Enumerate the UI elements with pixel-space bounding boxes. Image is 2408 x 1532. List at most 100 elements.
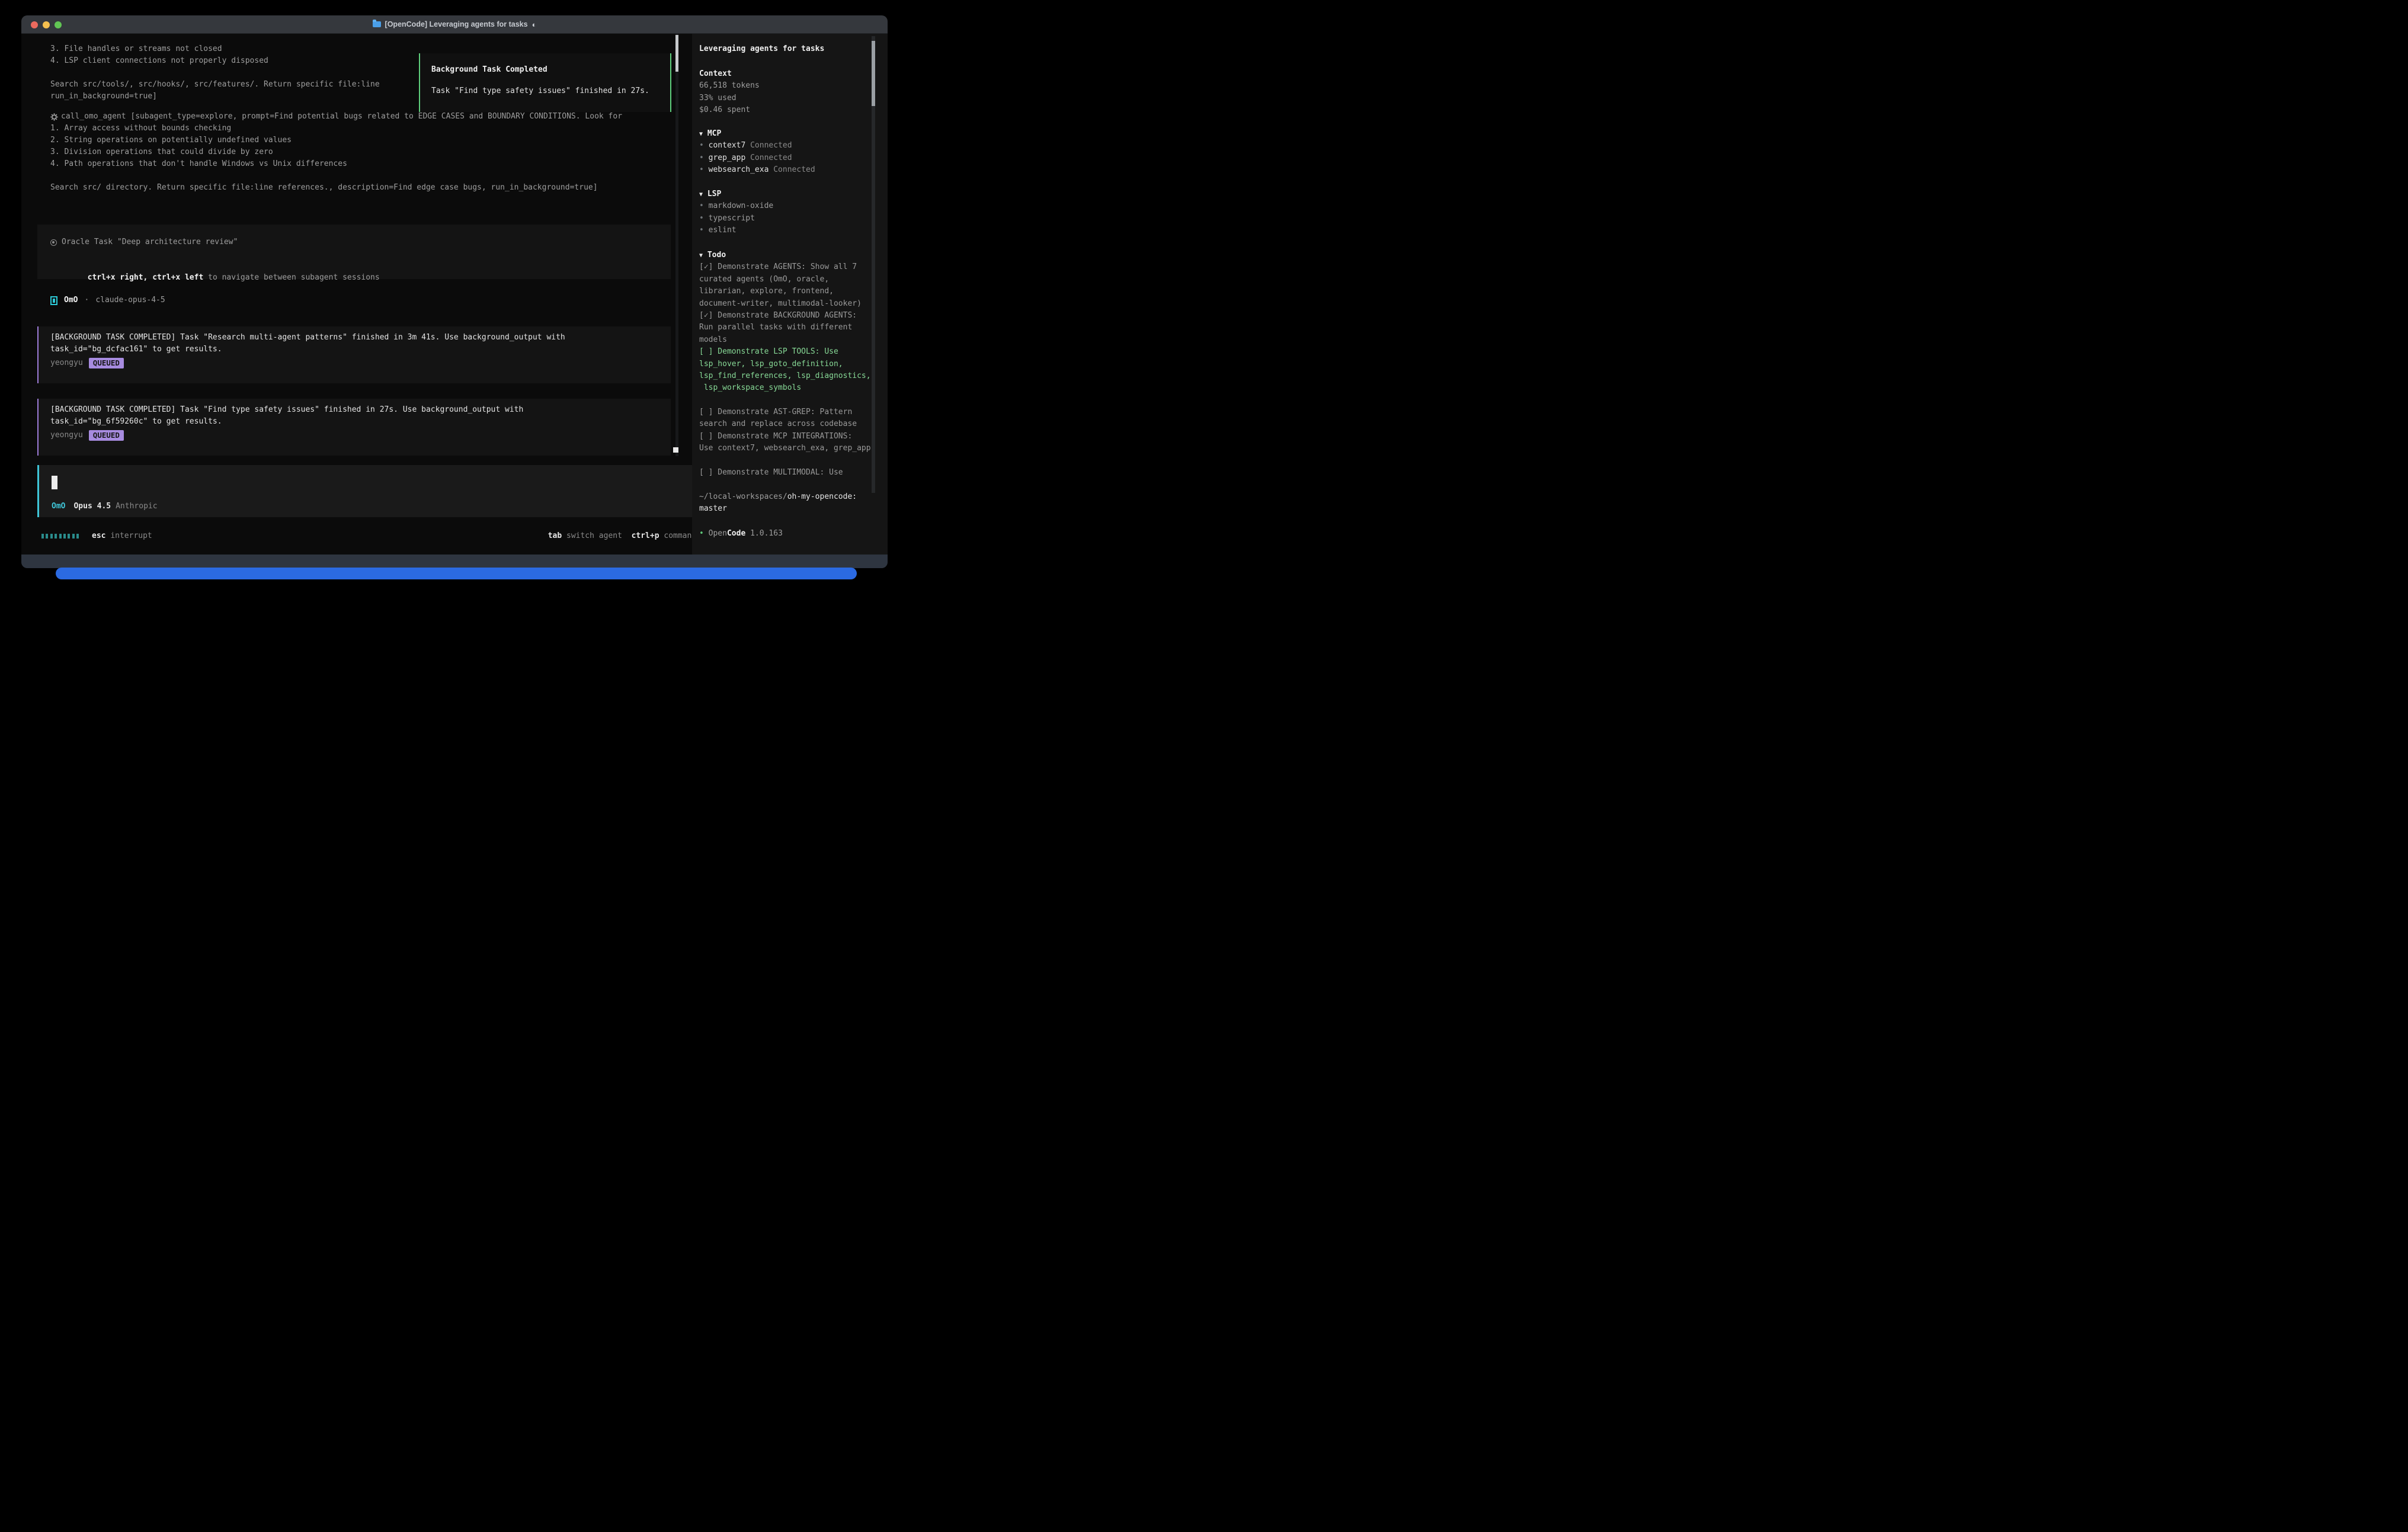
context-used: 33% used	[699, 92, 874, 104]
agent-header: OmO · claude-opus-4-5	[50, 294, 165, 306]
mcp-item: • context7 Connected	[699, 140, 874, 152]
main-scrollbar-thumb[interactable]	[675, 35, 678, 72]
mcp-item-status: Connected	[750, 141, 792, 150]
minimize-button[interactable]	[43, 21, 50, 28]
mcp-item-name: websearch_exa	[709, 165, 769, 174]
dock-indicator[interactable]	[56, 568, 857, 579]
composer-model: Opus 4.5	[73, 501, 111, 512]
lsp-heading: LSP	[707, 190, 721, 198]
window-bottom-edge	[21, 555, 888, 568]
agent-name: OmO	[64, 294, 78, 306]
mcp-section-header[interactable]: ▼ MCP	[699, 128, 874, 140]
bullet-icon: •	[699, 153, 704, 162]
todo-line: models	[699, 334, 874, 346]
todo-line: curated agents (OmO, oracle,	[699, 274, 874, 286]
sidebar-mcp-section: ▼ MCP • context7 Connected• grep_app Con…	[699, 128, 874, 177]
todo-line	[699, 395, 874, 406]
queued-badge: QUEUED	[89, 430, 124, 441]
terminal-window: [OpenCode] Leveraging agents for tasks ◐…	[21, 15, 888, 568]
composer-model-row: OmO Opus 4.5 Anthropic	[52, 501, 158, 512]
keyboard-hints: tab switch agent ctrl+p commands	[548, 530, 701, 542]
scroll-bottom-indicator[interactable]	[673, 447, 678, 453]
todo-line: [ ] Demonstrate MULTIMODAL: Use	[699, 467, 874, 479]
tab-key: tab	[548, 530, 562, 542]
main-scrollbar-track[interactable]	[675, 34, 678, 456]
app-version: 1.0.163	[750, 529, 783, 538]
mcp-item-name: grep_app	[709, 153, 746, 162]
prompt-input[interactable]: OmO Opus 4.5 Anthropic	[37, 465, 701, 517]
title-bar[interactable]: [OpenCode] Leveraging agents for tasks ◐	[21, 15, 888, 34]
composer-agent: OmO	[52, 501, 65, 512]
zoom-button[interactable]	[55, 21, 62, 28]
tool-call-block: call_omo_agent [subagent_type=explore, p…	[50, 111, 622, 194]
spacer	[111, 501, 116, 512]
background-task-message: [BACKGROUND TASK COMPLETED] Task "Find t…	[37, 399, 671, 456]
scrollback-line: Search src/tools/, src/hooks/, src/featu…	[50, 79, 380, 91]
notification-body: Task "Find type safety issues" finished …	[431, 85, 670, 97]
spinner-dot-icon	[55, 534, 57, 539]
bullet-icon: •	[699, 226, 704, 235]
oracle-task-label: Oracle Task "Deep architecture review"	[62, 236, 238, 248]
spacer	[65, 501, 73, 512]
mcp-item-status: Connected	[773, 165, 815, 174]
todo-heading: Todo	[707, 251, 726, 259]
mcp-item-status: Connected	[750, 153, 792, 162]
sidebar-session-title: Leveraging agents for tasks	[699, 43, 874, 55]
close-button[interactable]	[31, 21, 38, 28]
folder-icon	[373, 21, 381, 27]
mcp-item: • websearch_exa Connected	[699, 164, 874, 176]
todo-line: lsp_workspace_symbols	[699, 382, 874, 394]
traffic-lights	[31, 15, 62, 34]
todo-line: librarian, explore, frontend,	[699, 286, 874, 297]
notification-title: Background Task Completed	[431, 64, 670, 76]
triangle-down-icon: ▼	[699, 191, 703, 198]
spinner-dot-icon	[41, 534, 44, 539]
todo-line: Use context7, websearch_exa, grep_app	[699, 443, 874, 454]
todo-section-header[interactable]: ▼ Todo	[699, 249, 874, 261]
todo-line: document-writer, multimodal-looker)	[699, 298, 874, 310]
ctrlp-key: ctrl+p	[632, 530, 659, 542]
spinner-dot-icon	[72, 534, 75, 539]
todo-line: [ ] Demonstrate LSP TOOLS: Use	[699, 346, 874, 358]
bullet-icon: •	[699, 214, 704, 223]
todo-line: search and replace across codebase	[699, 418, 874, 430]
tool-call-lines: 1. Array access without bounds checking2…	[50, 123, 622, 194]
esc-hint: esc interrupt	[92, 530, 152, 542]
spinner-dot-icon	[59, 534, 62, 539]
todo-line: lsp_find_references, lsp_diagnostics,	[699, 370, 874, 382]
sidebar-scrollbar-thumb[interactable]	[872, 41, 875, 106]
tool-call-line: 4. Path operations that don't handle Win…	[50, 158, 622, 170]
terminal-content: 3. File handles or streams not closed4. …	[21, 34, 888, 555]
workspace-path-prefix: ~/local-workspaces/	[699, 492, 787, 501]
queued-badge: QUEUED	[89, 358, 124, 368]
message-line: task_id="bg_6f59260c" to get results.	[50, 416, 671, 428]
text-cursor	[52, 476, 57, 489]
bullet-icon: •	[699, 165, 704, 174]
todo-line: [✓] Demonstrate AGENTS: Show all 7	[699, 261, 874, 273]
mcp-item: • grep_app Connected	[699, 152, 874, 164]
message-line: [BACKGROUND TASK COMPLETED] Task "Resear…	[50, 332, 671, 344]
oracle-hint-text: to navigate between subagent sessions	[208, 273, 380, 282]
lsp-item-name: markdown-oxide	[709, 201, 774, 210]
tool-call-line: Search src/ directory. Return specific f…	[50, 182, 622, 194]
agent-square-icon	[50, 296, 57, 305]
oracle-navigation-hint: ctrl+x right, ctrl+x left to navigate be…	[50, 260, 671, 272]
scrollback-line: 4. LSP client connections not properly d…	[50, 55, 380, 67]
sidebar-version: • OpenCode 1.0.163	[699, 528, 874, 540]
triangle-down-icon: ▼	[699, 252, 703, 259]
spinner-dot-icon	[76, 534, 79, 539]
background-task-message: [BACKGROUND TASK COMPLETED] Task "Resear…	[37, 326, 671, 383]
triangle-down-icon: ▼	[699, 131, 703, 137]
lsp-section-header[interactable]: ▼ LSP	[699, 188, 874, 200]
window-title-text: [OpenCode] Leveraging agents for tasks	[385, 20, 528, 28]
esc-action: interrupt	[110, 531, 152, 540]
todo-line: [ ] Demonstrate MCP INTEGRATIONS:	[699, 431, 874, 443]
mcp-item-name: context7	[709, 141, 746, 150]
scrollback-text: 3. File handles or streams not closed4. …	[50, 43, 380, 102]
status-dot-icon: •	[699, 529, 704, 538]
tool-call-line: 3. Division operations that could divide…	[50, 146, 622, 158]
oracle-keys: ctrl+x right, ctrl+x left	[88, 273, 204, 282]
bullet-icon: •	[699, 141, 704, 150]
window-title: [OpenCode] Leveraging agents for tasks ◐	[373, 20, 537, 28]
tool-call-line: 1. Array access without bounds checking	[50, 123, 622, 134]
